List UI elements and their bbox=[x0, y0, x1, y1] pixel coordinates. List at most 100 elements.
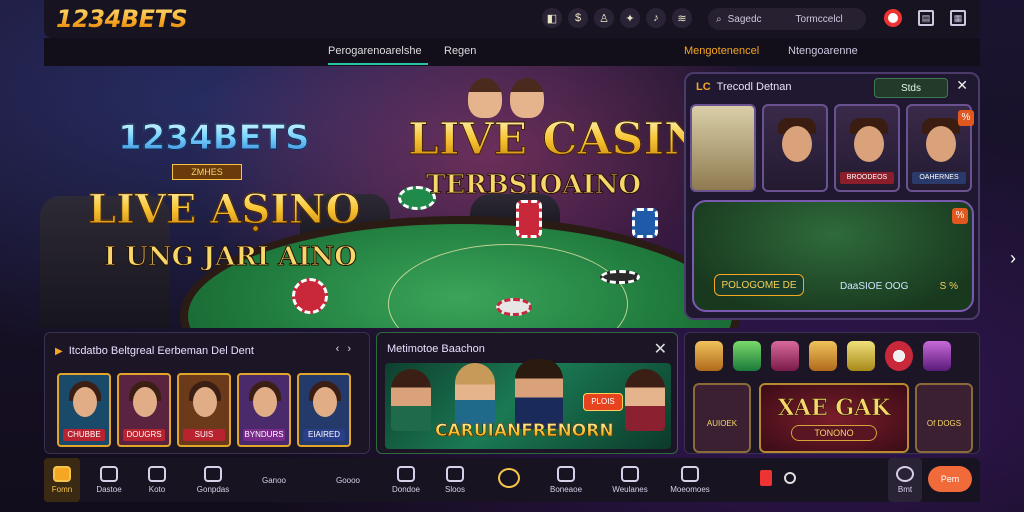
nav-label: Fomn bbox=[51, 485, 73, 494]
player-card[interactable]: BYNDURS bbox=[237, 373, 291, 447]
play-icon: ▶ bbox=[55, 345, 63, 357]
share-icon[interactable]: $ bbox=[568, 8, 588, 28]
tab-mengotenencel[interactable]: Mengotenencel bbox=[684, 45, 759, 57]
live-panel-brand: LC bbox=[696, 81, 711, 93]
tab-perogarenoarelshe[interactable]: Perogarenoarelshe bbox=[328, 45, 422, 57]
player-card[interactable]: CHUBBE bbox=[57, 373, 111, 447]
nav-label: Koto bbox=[148, 485, 166, 494]
slot-icon-row bbox=[695, 341, 951, 371]
dealer-avatar bbox=[926, 126, 956, 162]
slot-game-icon[interactable] bbox=[847, 341, 875, 371]
chip-icon bbox=[496, 298, 532, 316]
nav-boneaoe[interactable]: Boneaoe bbox=[546, 458, 586, 502]
live-play-button[interactable]: POLOGOME DE bbox=[714, 274, 804, 296]
player-card[interactable]: SUIS bbox=[177, 373, 231, 447]
site-logo[interactable]: 1234BETS bbox=[56, 5, 188, 33]
live-table-preview[interactable]: POLOGOME DE DaaSIOE OOG S % bbox=[692, 200, 974, 312]
bell-icon[interactable]: ♙ bbox=[594, 8, 614, 28]
star-icon[interactable]: ≋ bbox=[672, 8, 692, 28]
slot-game-icon[interactable] bbox=[733, 341, 761, 371]
wallet-icon[interactable]: ▤ bbox=[918, 10, 934, 26]
nav-label: Sloos bbox=[444, 485, 465, 494]
nav-dondoe[interactable]: Dondoe bbox=[388, 458, 424, 502]
hero-subtitle: TERBSIOAINO bbox=[425, 170, 642, 201]
dealer-avatar bbox=[854, 126, 884, 162]
nav-label: Dastoe bbox=[96, 485, 122, 494]
player-card[interactable]: EIAIRED bbox=[297, 373, 351, 447]
flag-icon[interactable] bbox=[760, 470, 772, 486]
dealer-avatar bbox=[468, 78, 502, 118]
promo-person-image bbox=[515, 359, 563, 429]
chart-icon[interactable]: ◧ bbox=[542, 8, 562, 28]
live-panel-tab[interactable]: Stds bbox=[874, 78, 948, 98]
slot-game-icon[interactable] bbox=[771, 341, 799, 371]
thumbnail-tag: BROODEOS bbox=[840, 172, 894, 184]
sub-navigation: Perogarenoarelshe Regen Mengotenencel Nt… bbox=[44, 38, 980, 66]
slot-game-icon[interactable] bbox=[695, 341, 723, 371]
search-icon: ⌕ bbox=[716, 13, 722, 25]
nav-gonpdas[interactable]: Gonpdas bbox=[190, 458, 236, 502]
trophy-icon[interactable]: ♪ bbox=[646, 8, 666, 28]
nav-moeomoes[interactable]: Moeomoes bbox=[668, 458, 712, 502]
nav-label: Goooo bbox=[335, 475, 361, 485]
promo-person-image bbox=[625, 369, 665, 431]
nav-label: Dondoe bbox=[391, 485, 421, 494]
live-table-label: DaaSIOE OOG bbox=[840, 281, 909, 292]
nav-label: Moeomoes bbox=[670, 485, 710, 494]
player-avatar bbox=[73, 387, 97, 417]
slot-game-icon[interactable] bbox=[885, 341, 913, 371]
slot-game-label: Of DOGS bbox=[926, 419, 962, 428]
slot-game-icon[interactable] bbox=[923, 341, 951, 371]
nav-sloos[interactable]: Sloos bbox=[440, 458, 470, 502]
chat-icon bbox=[896, 466, 914, 482]
nav-home[interactable]: Fomn bbox=[44, 458, 80, 502]
nav-dastoe[interactable]: Dastoe bbox=[88, 458, 130, 502]
next-arrow-icon[interactable]: › bbox=[1010, 248, 1016, 269]
player-card[interactable]: DOUGRS bbox=[117, 373, 171, 447]
bottom-navigation: Fomn Dastoe Koto Gonpdas Ganoo Goooo Don… bbox=[44, 458, 980, 502]
shield-icon bbox=[621, 466, 639, 482]
screen-icon bbox=[148, 466, 166, 482]
players-panel-header: ▶ Itcdatbo Beltgreal Eerbeman Del Dent bbox=[55, 345, 254, 357]
nav-label: Weulanes bbox=[612, 485, 648, 494]
coin-icon[interactable] bbox=[498, 468, 520, 488]
search-value: Tormccelcl bbox=[795, 13, 843, 25]
player-card-caption: CHUBBE bbox=[63, 429, 105, 441]
promo-person-image bbox=[391, 369, 431, 431]
nav-goooo[interactable]: Goooo bbox=[326, 458, 370, 502]
slot-game-tile[interactable]: Of DOGS bbox=[915, 383, 973, 453]
cta-button[interactable]: Pem bbox=[928, 466, 972, 492]
live-game-thumbnail[interactable] bbox=[690, 104, 756, 192]
flag-icon[interactable] bbox=[884, 9, 902, 27]
record-icon[interactable] bbox=[784, 472, 796, 484]
nav-koto[interactable]: Koto bbox=[140, 458, 174, 502]
nav-label: Bmt bbox=[897, 485, 913, 494]
chip-stack-icon bbox=[516, 200, 542, 238]
nav-ganoo[interactable]: Ganoo bbox=[254, 458, 294, 502]
dealer-avatar bbox=[782, 126, 812, 162]
search-input[interactable]: ⌕ Sagedc Tormccelcl bbox=[708, 8, 866, 30]
nav-bmt[interactable]: Bmt bbox=[888, 458, 922, 502]
player-avatar bbox=[193, 387, 217, 417]
player-cards: CHUBBE DOUGRS SUIS BYNDURS EIAIRED bbox=[57, 373, 351, 447]
live-game-thumbnail[interactable] bbox=[762, 104, 828, 192]
close-icon[interactable]: ✕ bbox=[654, 339, 667, 359]
nav-label: Boneaoe bbox=[549, 485, 583, 494]
gift-icon[interactable]: ✦ bbox=[620, 8, 640, 28]
promo-banner[interactable]: PLOIS CARUIANFRENORN bbox=[385, 359, 671, 449]
dealer-avatar bbox=[510, 78, 544, 118]
tab-regen[interactable]: Regen bbox=[444, 45, 476, 57]
nav-weulanes[interactable]: Weulanes bbox=[608, 458, 652, 502]
badge-icon: % bbox=[958, 110, 974, 126]
live-thumbnails: BROODEOS OAHERNES bbox=[690, 104, 972, 192]
featured-slot-tile[interactable]: XAE GAK TONONO bbox=[759, 383, 909, 453]
tab-ntengoarenne[interactable]: Ntengoarenne bbox=[788, 45, 858, 57]
player-avatar bbox=[133, 387, 157, 417]
slot-game-tile[interactable]: AUIOEK bbox=[693, 383, 751, 453]
close-icon[interactable]: ✕ bbox=[956, 77, 968, 94]
nav-label: Ganoo bbox=[261, 475, 287, 485]
slot-game-icon[interactable] bbox=[809, 341, 837, 371]
carousel-arrows[interactable]: ‹› bbox=[336, 343, 359, 355]
menu-icon[interactable]: ▦ bbox=[950, 10, 966, 26]
live-game-thumbnail[interactable]: BROODEOS bbox=[834, 104, 900, 192]
